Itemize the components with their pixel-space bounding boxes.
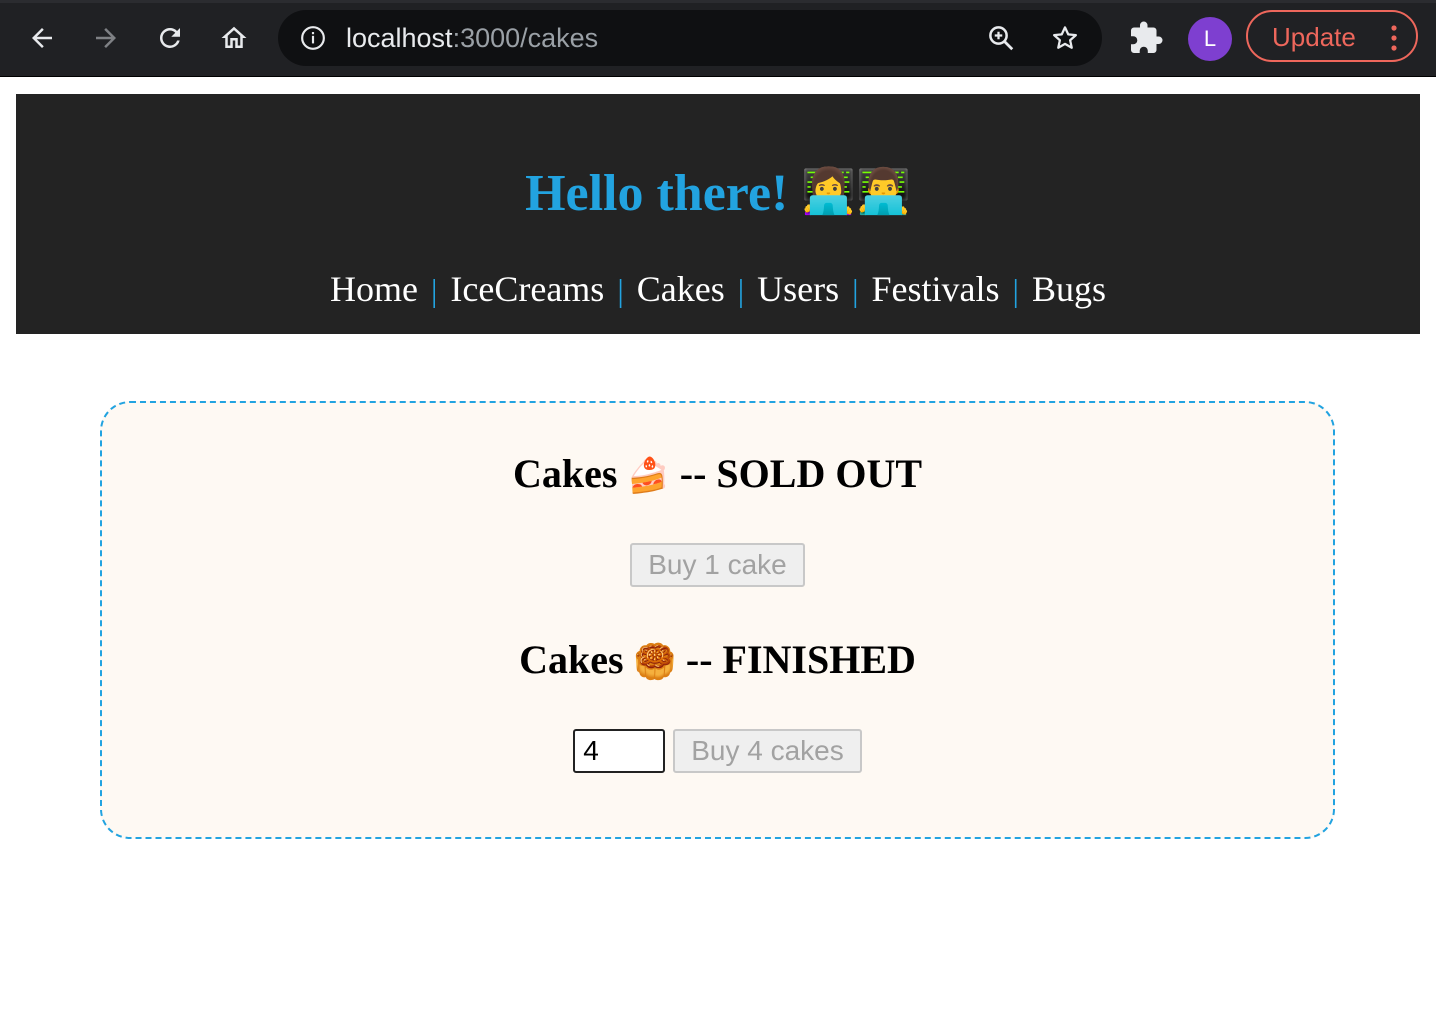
heading-prefix: Cakes bbox=[519, 637, 624, 682]
mooncake-emoji: 🥮 bbox=[633, 644, 676, 681]
nav-link-festivals[interactable]: Festivals bbox=[872, 269, 1000, 309]
heading-status: -- FINISHED bbox=[685, 637, 916, 682]
more-icon[interactable] bbox=[1388, 24, 1400, 57]
nav-separator: | bbox=[431, 272, 438, 308]
url-text: localhost:3000/cakes bbox=[346, 23, 598, 54]
cakes-sold-out-heading: Cakes 🍰 -- SOLD OUT bbox=[102, 449, 1333, 502]
forward-icon[interactable] bbox=[84, 16, 128, 60]
update-button[interactable]: Update bbox=[1246, 10, 1418, 62]
nav-separator: | bbox=[852, 272, 859, 308]
reload-icon[interactable] bbox=[148, 16, 192, 60]
url-path: :3000/cakes bbox=[452, 23, 599, 53]
info-icon[interactable] bbox=[300, 25, 326, 56]
home-icon[interactable] bbox=[212, 16, 256, 60]
cake-quantity-input[interactable] bbox=[573, 729, 666, 773]
nav-separator: | bbox=[1012, 272, 1019, 308]
nav-link-users[interactable]: Users bbox=[757, 269, 839, 309]
nav-link-bugs[interactable]: Bugs bbox=[1032, 269, 1106, 309]
extensions-icon[interactable] bbox=[1128, 20, 1164, 61]
buy-one-row: Buy 1 cake bbox=[102, 543, 1333, 587]
star-icon[interactable] bbox=[1050, 23, 1080, 58]
nav-link-cakes[interactable]: Cakes bbox=[637, 269, 725, 309]
back-icon[interactable] bbox=[20, 16, 64, 60]
cakes-card: Cakes 🍰 -- SOLD OUT Buy 1 cake Cakes 🥮 -… bbox=[100, 401, 1335, 839]
heading-prefix: Cakes bbox=[512, 451, 618, 496]
title-text: Hello there! bbox=[525, 165, 789, 222]
zoom-icon[interactable] bbox=[986, 23, 1016, 58]
browser-toolbar: localhost:3000/cakes L Update bbox=[0, 0, 1436, 77]
profile-avatar[interactable]: L bbox=[1188, 17, 1232, 61]
cake-slice-emoji: 🍰 bbox=[627, 458, 670, 495]
heading-status: -- SOLD OUT bbox=[679, 451, 923, 496]
nav-link-icecreams[interactable]: IceCreams bbox=[450, 269, 604, 309]
address-bar[interactable]: localhost:3000/cakes bbox=[278, 10, 1102, 66]
cakes-finished-heading: Cakes 🥮 -- FINISHED bbox=[102, 635, 1333, 688]
nav-separator: | bbox=[737, 272, 745, 308]
nav-separator: | bbox=[617, 272, 624, 308]
tab-strip-edge bbox=[0, 0, 1436, 3]
main-nav: Home | IceCreams | Cakes | Users | Festivals | Bug… bbox=[16, 266, 1420, 313]
buy-one-cake-button[interactable]: Buy 1 cake bbox=[630, 543, 805, 587]
url-host: localhost bbox=[346, 23, 453, 53]
buy-many-row: Buy 4 cakes bbox=[102, 729, 1333, 773]
site-header: Hello there! 👩‍💻👨‍💻 Home | IceCreams | Cakes… bbox=[16, 94, 1420, 334]
technologists-emoji: 👩‍💻👨‍💻 bbox=[801, 167, 911, 216]
nav-link-home[interactable]: Home bbox=[330, 269, 418, 309]
page-title: Hello there! 👩‍💻👨‍💻 bbox=[16, 160, 1420, 226]
buy-cakes-button[interactable]: Buy 4 cakes bbox=[673, 729, 862, 773]
update-button-label: Update bbox=[1272, 22, 1356, 52]
